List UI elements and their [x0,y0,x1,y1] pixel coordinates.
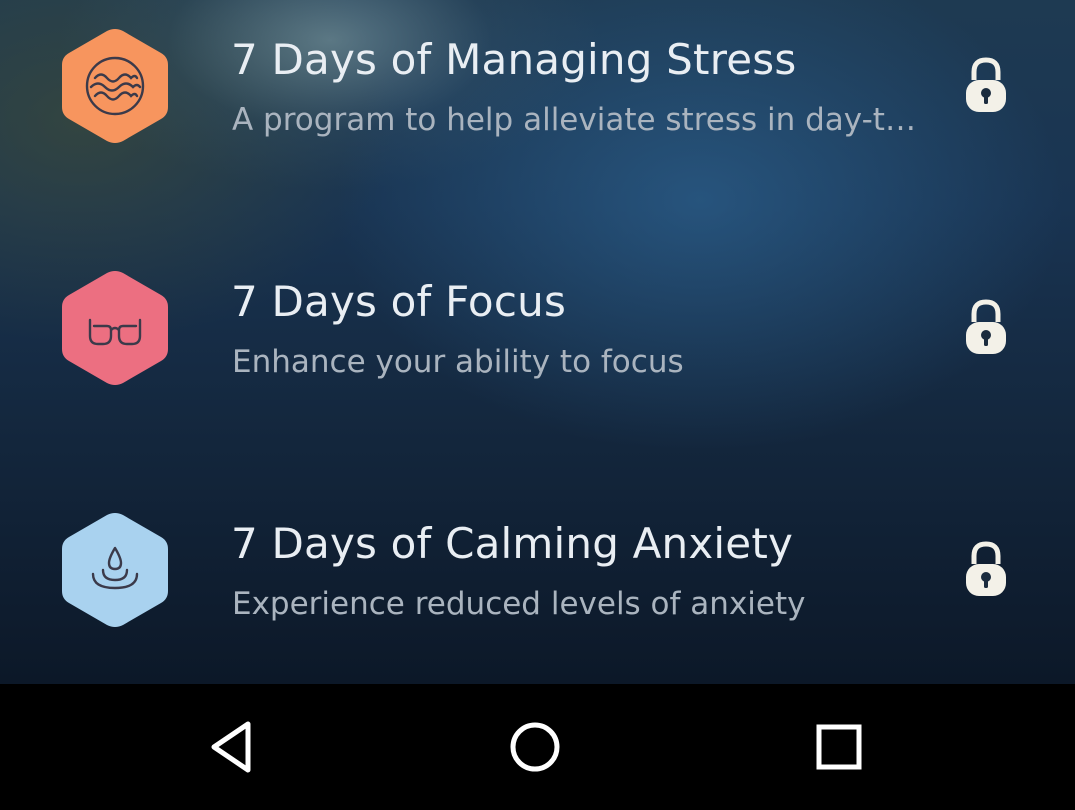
program-item-calming-anxiety[interactable]: 7 Days of Calming Anxiety Experience red… [0,512,1075,672]
program-list: 7 Days of Managing Stress A program to h… [0,0,1075,684]
program-subtitle: Enhance your ability to focus [232,344,684,380]
program-title: 7 Days of Focus [231,277,567,326]
program-title: 7 Days of Managing Stress [231,35,797,84]
back-triangle-icon[interactable] [200,714,270,780]
program-subtitle: A program to help alleviate stress in da… [232,102,916,138]
app-screen: 7 Days of Managing Stress A program to h… [0,0,1075,810]
program-item-focus[interactable]: 7 Days of Focus Enhance your ability to … [0,270,1075,430]
glasses-icon [88,318,142,346]
program-badge [60,28,170,144]
program-item-managing-stress[interactable]: 7 Days of Managing Stress A program to h… [0,28,1075,188]
lock-icon [966,541,1006,596]
waves-icon [85,56,145,116]
program-badge [60,512,170,628]
program-title: 7 Days of Calming Anxiety [231,519,794,568]
recents-square-icon[interactable] [804,714,874,780]
program-subtitle: Experience reduced levels of anxiety [232,586,806,622]
lock-icon [966,57,1006,112]
lock-icon [966,299,1006,354]
program-badge [60,270,170,386]
water-drop-icon [91,546,139,590]
home-circle-icon[interactable] [500,714,570,780]
system-nav-bar [0,684,1075,810]
